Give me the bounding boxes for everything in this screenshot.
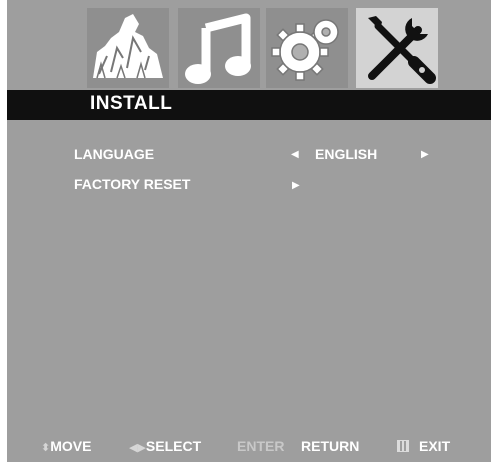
menu-button-icon [397, 440, 409, 452]
hint-select-label: SELECT [145, 438, 202, 454]
menu-icon-bar [7, 8, 491, 88]
osd-menu-panel: INSTALL LANGUAGE ◀ ENGLISH ▶ FACTORY RES… [7, 0, 491, 462]
hint-move: ⬍MOVE [41, 438, 91, 454]
hint-exit: EXIT [397, 438, 450, 454]
picture-menu-tab[interactable] [87, 8, 169, 88]
tools-icon [368, 16, 436, 84]
install-menu-tab[interactable] [356, 8, 438, 88]
language-label: LANGUAGE [74, 146, 155, 162]
hint-exit-label: EXIT [419, 438, 451, 454]
language-value: ENGLISH [315, 146, 378, 162]
arrow-left-icon[interactable]: ◀ [291, 149, 299, 160]
menu-item-factory-reset[interactable]: FACTORY RESET ▶ [7, 171, 491, 197]
hint-enter-label: ENTER [237, 438, 285, 454]
gear-icon [271, 19, 339, 81]
hint-select: ◀▶SELECT [129, 438, 201, 454]
picture-icon [93, 14, 163, 79]
arrow-right-icon[interactable]: ▶ [421, 149, 429, 160]
footer-hints: ⬍MOVE ◀▶SELECT ENTER RETURN EXIT [7, 434, 491, 458]
menu-item-language[interactable]: LANGUAGE ◀ ENGLISH ▶ [7, 141, 491, 167]
hint-move-label: MOVE [50, 438, 92, 454]
music-note-icon [185, 13, 251, 84]
arrow-right-icon[interactable]: ▶ [292, 180, 300, 191]
page-title: INSTALL [90, 93, 173, 114]
setup-menu-tab[interactable] [266, 8, 348, 88]
title-bar: INSTALL [7, 90, 491, 120]
sound-menu-tab[interactable] [178, 8, 260, 88]
up-down-arrow-icon: ⬍ [41, 442, 51, 454]
left-right-arrow-icon: ◀▶ [129, 442, 146, 454]
factory-reset-label: FACTORY RESET [74, 176, 191, 192]
hint-return-label: RETURN [301, 438, 360, 454]
